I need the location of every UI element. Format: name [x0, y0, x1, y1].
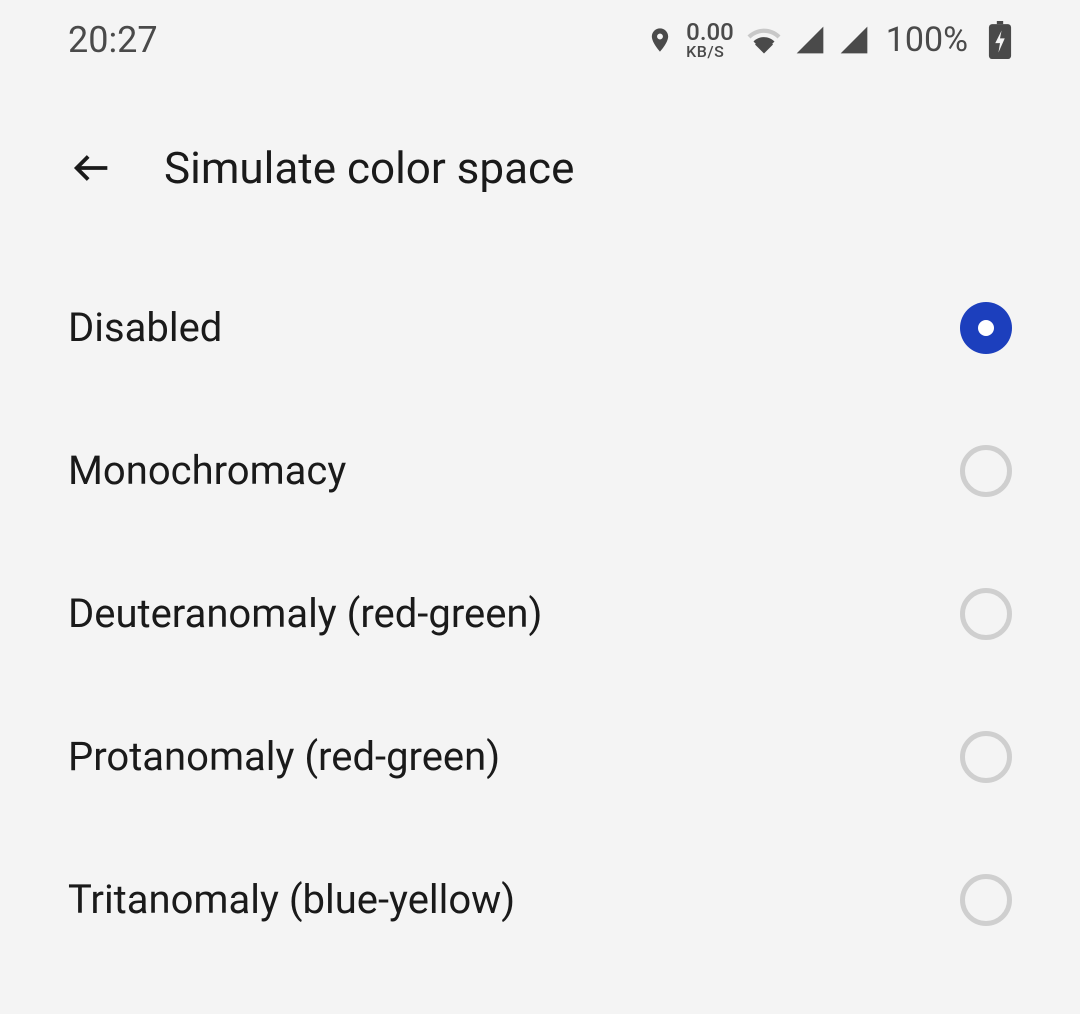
location-icon: [646, 26, 674, 54]
option-monochromacy[interactable]: Monochromacy: [68, 399, 1012, 542]
option-deuteranomaly[interactable]: Deuteranomaly (red-green): [68, 542, 1012, 685]
network-speed: 0.00 KB/S: [686, 20, 734, 60]
signal-icon-2: [838, 24, 870, 56]
option-tritanomaly[interactable]: Tritanomaly (blue-yellow): [68, 828, 1012, 971]
option-label: Deuteranomaly (red-green): [68, 590, 542, 637]
radio-unselected-icon: [960, 874, 1012, 926]
status-bar: 20:27 0.00 KB/S 100%: [0, 0, 1080, 80]
network-speed-value: 0.00: [686, 20, 734, 44]
radio-unselected-icon: [960, 731, 1012, 783]
page-header: Simulate color space: [0, 80, 1080, 256]
radio-unselected-icon: [960, 588, 1012, 640]
signal-icon-1: [794, 24, 826, 56]
option-label: Monochromacy: [68, 447, 346, 494]
option-disabled[interactable]: Disabled: [68, 256, 1012, 399]
option-label: Disabled: [68, 304, 222, 351]
options-list: Disabled Monochromacy Deuteranomaly (red…: [0, 256, 1080, 971]
option-label: Protanomaly (red-green): [68, 733, 500, 780]
radio-selected-icon: [960, 302, 1012, 354]
wifi-icon: [746, 22, 782, 58]
battery-percent: 100%: [886, 20, 968, 60]
arrow-left-icon: [69, 145, 115, 191]
option-protanomaly[interactable]: Protanomaly (red-green): [68, 685, 1012, 828]
back-button[interactable]: [68, 144, 116, 192]
radio-unselected-icon: [960, 445, 1012, 497]
status-right: 0.00 KB/S 100%: [646, 20, 1012, 60]
option-label: Tritanomaly (blue-yellow): [68, 876, 515, 923]
battery-charging-icon: [988, 21, 1012, 59]
page-title: Simulate color space: [164, 142, 574, 194]
network-speed-unit: KB/S: [686, 44, 724, 60]
status-time: 20:27: [68, 19, 158, 61]
